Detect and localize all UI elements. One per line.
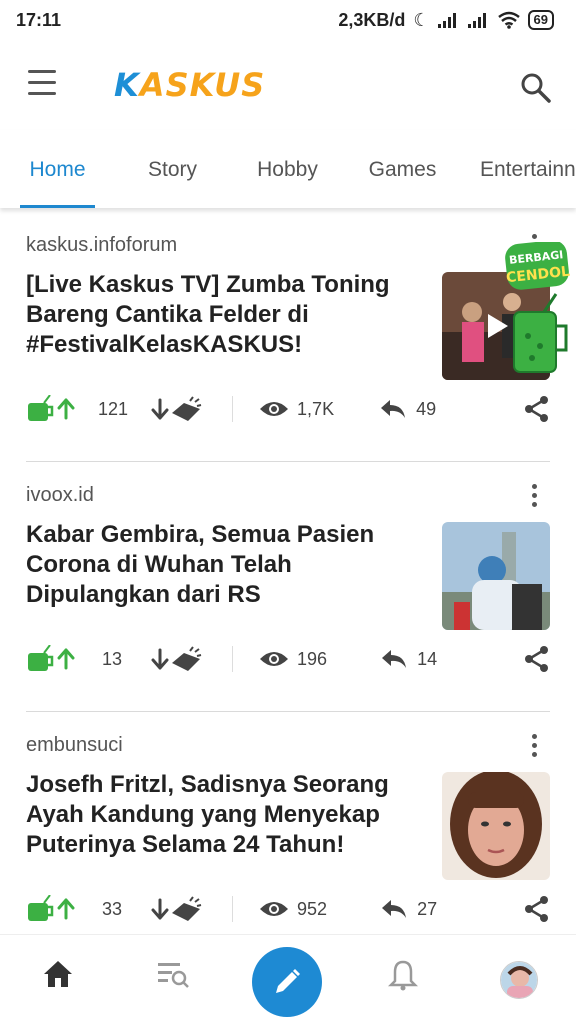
reply-count: 49 bbox=[416, 398, 437, 419]
notification-bell-icon[interactable] bbox=[388, 959, 418, 991]
moon-icon: ☾ bbox=[413, 9, 430, 30]
category-tabs: Home Story Hobby Games Entertainn bbox=[0, 130, 576, 208]
tab-story[interactable]: Story bbox=[115, 130, 230, 208]
post-source[interactable]: ivoox.id bbox=[26, 484, 94, 507]
post-source[interactable]: kaskus.infoforum bbox=[26, 234, 177, 257]
divider bbox=[232, 396, 234, 422]
bata-brick-icon[interactable] bbox=[170, 895, 202, 923]
pencil-icon bbox=[276, 969, 300, 993]
upvote-arrow-icon[interactable] bbox=[56, 648, 76, 670]
reply-icon[interactable] bbox=[381, 898, 407, 920]
signal-icon bbox=[437, 13, 456, 28]
cendol-icon[interactable] bbox=[26, 395, 56, 423]
downvote-arrow-icon[interactable] bbox=[150, 648, 170, 670]
upvote-count: 13 bbox=[102, 648, 123, 669]
post-title[interactable]: [Live Kaskus TV] Zumba Toning Bareng Can… bbox=[26, 270, 416, 360]
view-count: 1,7K bbox=[297, 398, 335, 419]
post-actions: 121 1,7K 49 bbox=[26, 392, 550, 426]
post-source[interactable]: embunsuci bbox=[26, 734, 123, 757]
share-icon[interactable] bbox=[524, 645, 550, 673]
home-icon[interactable] bbox=[42, 959, 74, 989]
tab-games[interactable]: Games bbox=[345, 130, 460, 208]
post-card[interactable]: ivoox.id Kabar Gembira, Semua Pasien Cor… bbox=[26, 462, 550, 712]
status-bar: 17:11 2,3KB/d ☾ 69 bbox=[0, 0, 576, 40]
app-bar: KASKUS bbox=[0, 40, 576, 130]
reply-count: 27 bbox=[417, 898, 438, 919]
view-count: 196 bbox=[297, 648, 328, 669]
create-post-button[interactable] bbox=[252, 947, 322, 1017]
views-eye-icon bbox=[260, 652, 289, 666]
tab-home[interactable]: Home bbox=[0, 130, 115, 208]
reply-icon[interactable] bbox=[381, 648, 407, 670]
upvote-arrow-icon[interactable] bbox=[56, 898, 76, 920]
cendol-glass-icon: BERBAGI CENDOL bbox=[505, 240, 571, 373]
status-time: 17:11 bbox=[16, 9, 62, 30]
view-count: 952 bbox=[297, 898, 328, 919]
more-options-icon[interactable] bbox=[532, 484, 540, 508]
hamburger-menu-icon[interactable] bbox=[24, 70, 64, 100]
kaskus-logo[interactable]: KASKUS bbox=[114, 66, 265, 104]
post-title[interactable]: Josefh Fritzl, Sadisnya Seorang Ayah Kan… bbox=[26, 770, 416, 860]
views-eye-icon bbox=[260, 402, 289, 416]
signal-icon-2 bbox=[467, 13, 486, 28]
feed-search-icon[interactable] bbox=[156, 959, 190, 989]
cendol-icon[interactable] bbox=[26, 895, 56, 923]
reply-count: 14 bbox=[417, 648, 438, 669]
tab-hobby[interactable]: Hobby bbox=[230, 130, 345, 208]
post-actions: 13 196 14 bbox=[26, 642, 550, 676]
tab-entertainment[interactable]: Entertainn bbox=[460, 130, 576, 208]
upvote-count: 33 bbox=[102, 898, 123, 919]
reply-icon[interactable] bbox=[380, 398, 406, 420]
divider bbox=[232, 646, 234, 672]
post-card[interactable]: embunsuci Josefh Fritzl, Sadisnya Seoran… bbox=[26, 712, 550, 962]
bata-brick-icon[interactable] bbox=[170, 645, 202, 673]
battery-indicator: 69 bbox=[527, 10, 554, 30]
upvote-arrow-icon[interactable] bbox=[56, 398, 76, 420]
avatar[interactable] bbox=[500, 961, 538, 999]
divider bbox=[232, 896, 234, 922]
network-speed: 2,3KB/d bbox=[338, 9, 406, 30]
post-thumbnail[interactable] bbox=[442, 772, 550, 880]
profile-photo-image bbox=[501, 962, 537, 998]
portrait-thumbnail-image bbox=[442, 772, 550, 880]
post-thumbnail[interactable] bbox=[442, 522, 550, 630]
wifi-icon bbox=[497, 11, 520, 29]
status-icons: 2,3KB/d ☾ 69 bbox=[338, 10, 554, 31]
share-icon[interactable] bbox=[524, 895, 550, 923]
downvote-arrow-icon[interactable] bbox=[150, 898, 170, 920]
bottom-navigation bbox=[0, 934, 576, 1024]
downvote-arrow-icon[interactable] bbox=[150, 398, 170, 420]
more-options-icon[interactable] bbox=[532, 734, 540, 758]
views-eye-icon bbox=[260, 902, 289, 916]
search-icon[interactable] bbox=[518, 70, 554, 106]
bata-brick-icon[interactable] bbox=[170, 395, 202, 423]
post-title[interactable]: Kabar Gembira, Semua Pasien Corona di Wu… bbox=[26, 520, 416, 610]
berbagi-cendol-badge[interactable]: BERBAGI CENDOL bbox=[504, 240, 572, 379]
share-icon[interactable] bbox=[524, 395, 550, 423]
news-thumbnail-image bbox=[442, 522, 550, 630]
upvote-count: 121 bbox=[98, 398, 129, 419]
post-feed: kaskus.infoforum [Live Kaskus TV] Zumba … bbox=[0, 212, 576, 962]
post-card[interactable]: kaskus.infoforum [Live Kaskus TV] Zumba … bbox=[26, 212, 550, 462]
cendol-icon[interactable] bbox=[26, 645, 56, 673]
post-actions: 33 952 27 bbox=[26, 892, 550, 926]
